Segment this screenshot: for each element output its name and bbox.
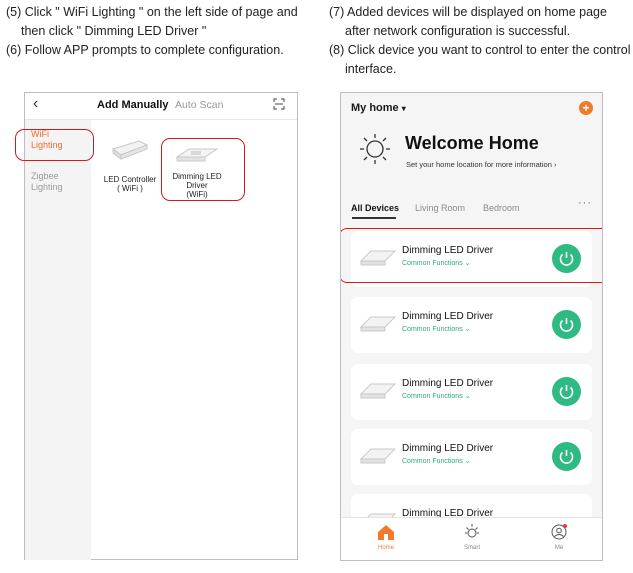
common-functions-label: Common Functions	[402, 393, 463, 400]
step-5-line-2: then click " Dimming LED Driver "	[21, 24, 207, 38]
step-8-line-1: (8) Click device you want to control to …	[329, 43, 631, 57]
weather-sun-icon	[360, 134, 390, 164]
sun-icon	[465, 524, 479, 538]
device-card[interactable]: Dimming LED Driver Common Functions ⌄	[351, 297, 592, 353]
active-tab-indicator	[352, 217, 396, 219]
power-button[interactable]	[552, 377, 581, 406]
category-zigbee-lighting[interactable]: Zigbee Lighting	[31, 171, 63, 193]
wifi-lighting-highlight	[15, 129, 94, 161]
common-functions-link[interactable]: Common Functions ⌄	[402, 325, 471, 333]
home-icon	[378, 525, 394, 540]
power-button[interactable]	[552, 442, 581, 471]
chevron-down-icon: ⌄	[464, 393, 471, 400]
category-label: Lighting	[31, 182, 63, 192]
nav-label: Home	[377, 545, 394, 551]
chevron-right-icon: ›	[554, 160, 557, 169]
chevron-left-icon[interactable]: ‹	[33, 95, 38, 113]
tab-all-devices[interactable]: All Devices	[351, 203, 399, 213]
power-icon	[559, 318, 574, 332]
category-label: Zigbee	[31, 171, 59, 181]
power-button[interactable]	[552, 310, 581, 339]
home-screen: My home ▾ + Welcome Home Set your home l…	[340, 92, 603, 561]
device-card[interactable]: Dimming LED Driver Common Functions ⌄	[351, 429, 592, 485]
dimming-driver-highlight	[161, 138, 245, 201]
step-7-line-2: after network configuration is successfu…	[345, 24, 571, 38]
location-hint-text: Set your home location for more informat…	[406, 160, 552, 169]
common-functions-link[interactable]: Common Functions ⌄	[402, 392, 471, 400]
home-selector[interactable]: My home ▾	[351, 102, 406, 114]
step-8-line-2: interface.	[345, 62, 397, 76]
device-name: Dimming LED Driver	[402, 378, 494, 389]
led-driver-thumbnail	[359, 448, 397, 464]
add-device-icon[interactable]: +	[579, 101, 593, 115]
step-5-line-1: (5) Click " WiFi Lighting " on the left …	[6, 5, 298, 19]
user-icon	[551, 524, 567, 540]
nav-label: Me	[554, 545, 564, 551]
add-device-header: ‹ Add Manually Auto Scan	[25, 93, 297, 120]
led-driver-thumbnail	[359, 316, 397, 332]
device-name: Dimming LED Driver	[402, 443, 494, 454]
tab-bedroom[interactable]: Bedroom	[483, 203, 520, 213]
tab-auto-scan[interactable]: Auto Scan	[175, 99, 223, 111]
first-device-highlight	[341, 228, 602, 283]
power-icon	[559, 385, 574, 399]
location-hint[interactable]: Set your home location for more informat…	[406, 160, 557, 169]
bottom-navigation: Home Smart Me	[341, 517, 602, 560]
device-led-controller[interactable]: LED Controller ( WiFi )	[101, 137, 159, 193]
device-label: ( WiFi )	[117, 184, 143, 193]
common-functions-link[interactable]: Common Functions ⌄	[402, 457, 471, 465]
chevron-down-icon: ⌄	[464, 326, 471, 333]
step-6: (6) Follow APP prompts to complete confi…	[6, 43, 284, 57]
add-device-screen: ‹ Add Manually Auto Scan WiFi Lighting Z…	[15, 92, 298, 560]
device-name: Dimming LED Driver	[402, 311, 494, 322]
led-driver-thumbnail	[359, 383, 397, 399]
device-label: LED Controller	[103, 175, 157, 184]
nav-label: Smart	[463, 545, 480, 551]
more-icon[interactable]: ···	[578, 197, 592, 209]
common-functions-label: Common Functions	[402, 326, 463, 333]
tab-add-manually[interactable]: Add Manually	[97, 99, 169, 111]
led-controller-image	[111, 140, 149, 160]
tab-living-room[interactable]: Living Room	[415, 203, 465, 213]
chevron-down-icon: ▾	[401, 104, 406, 113]
power-icon	[559, 450, 574, 464]
home-selector-label: My home	[351, 102, 399, 114]
welcome-title: Welcome Home	[405, 133, 539, 153]
common-functions-label: Common Functions	[402, 458, 463, 465]
scan-icon[interactable]	[273, 98, 285, 110]
device-card[interactable]: Dimming LED Driver Common Functions ⌄	[351, 364, 592, 420]
step-7-line-1: (7) Added devices will be displayed on h…	[329, 5, 607, 19]
chevron-down-icon: ⌄	[464, 458, 471, 465]
